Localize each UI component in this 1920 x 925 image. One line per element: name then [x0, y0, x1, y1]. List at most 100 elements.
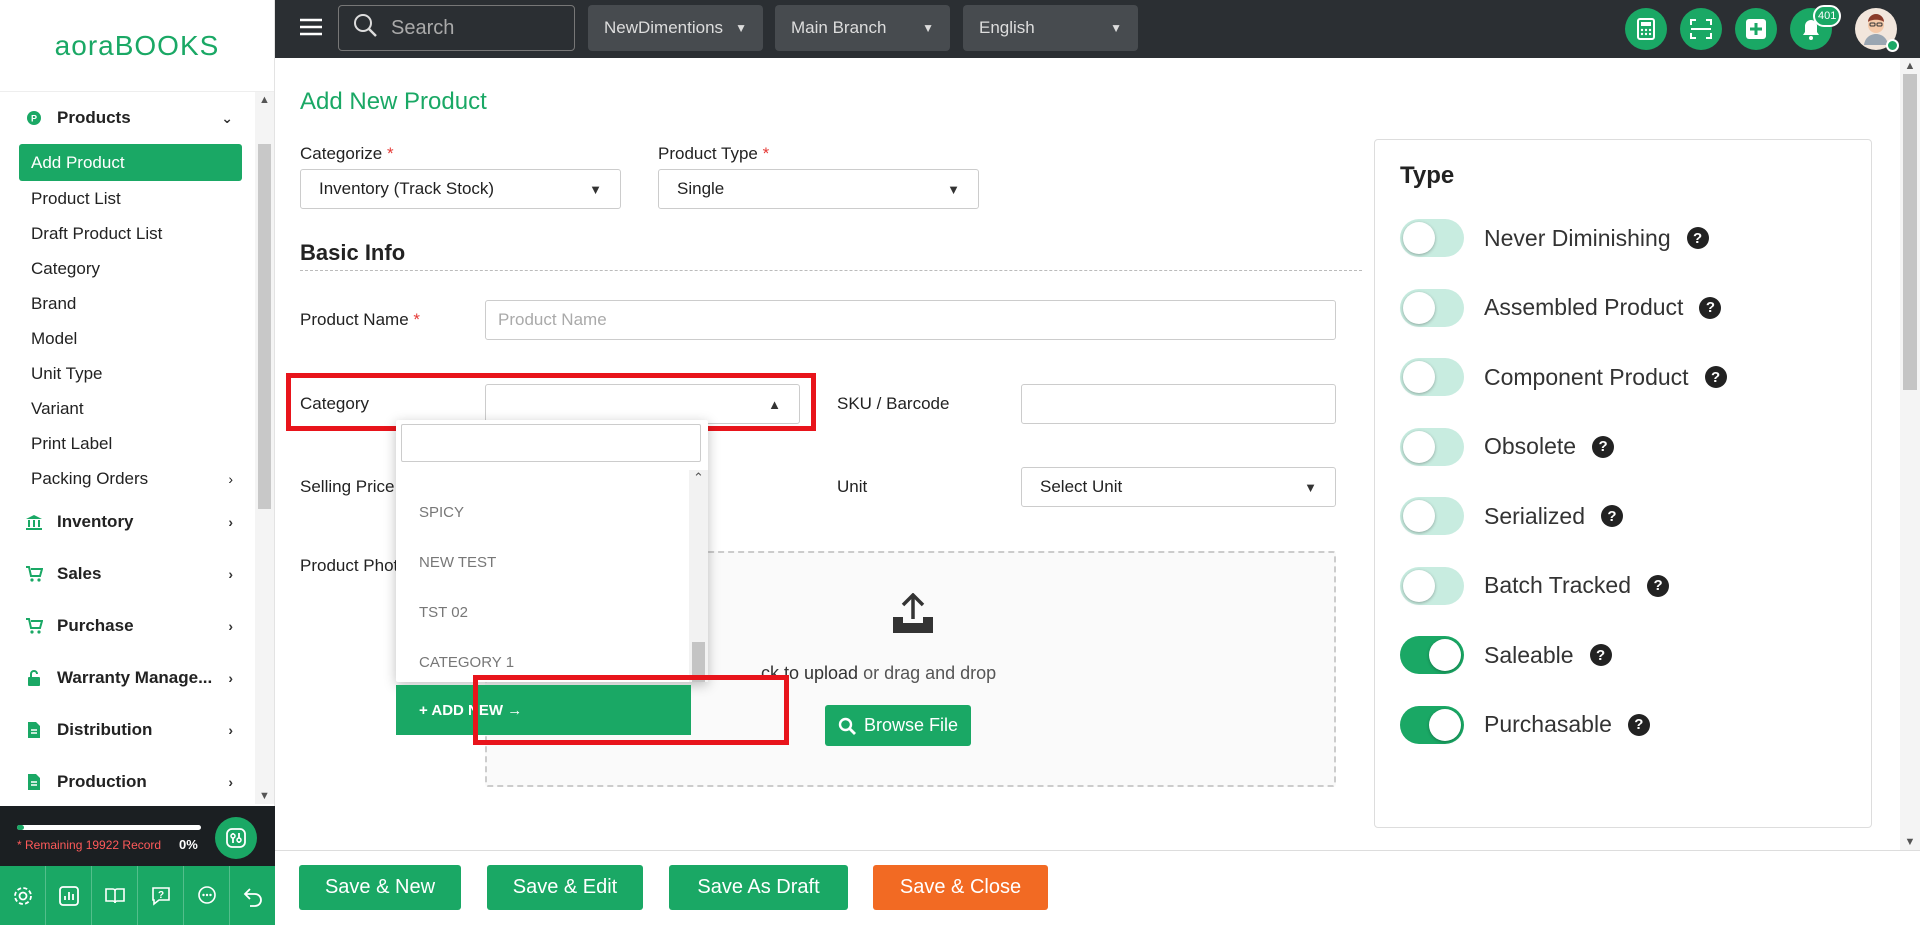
menu-icon[interactable]	[300, 18, 322, 36]
main-scrollbar[interactable]: ▲ ▼	[1900, 58, 1920, 850]
book-icon[interactable]	[92, 866, 138, 925]
sidebar-group-products[interactable]: P Products ⌄	[0, 92, 255, 144]
notification-badge: 401	[1813, 5, 1842, 27]
sidebar-item-print-label[interactable]: Print Label	[0, 426, 255, 461]
main-scroll-thumb[interactable]	[1903, 74, 1917, 390]
unit-select[interactable]: Select Unit ▼	[1021, 467, 1336, 507]
sidebar-group-warranty[interactable]: Warranty Manage... ›	[0, 652, 255, 704]
inventory-icon	[25, 513, 43, 531]
help-question-icon[interactable]: ?	[1704, 366, 1727, 388]
sku-input[interactable]	[1021, 384, 1336, 424]
help-question-icon[interactable]: ?	[1647, 574, 1670, 597]
category-option[interactable]: NEW TEST	[396, 537, 686, 587]
chevron-up-icon[interactable]: ⌃	[689, 470, 708, 486]
sku-label: SKU / Barcode	[837, 394, 950, 413]
chevron-right-icon: ›	[228, 722, 233, 738]
toggle-switch[interactable]	[1400, 288, 1464, 327]
sidebar-group-production[interactable]: Production ›	[0, 756, 255, 804]
sidebar-group-distribution[interactable]: Distribution ›	[0, 704, 255, 756]
main-content: Add New Product Categorize * Inventory (…	[275, 58, 1900, 850]
reports-icon[interactable]	[46, 866, 92, 925]
help-question-icon[interactable]: ?	[1627, 713, 1650, 736]
sidebar-group-label: Warranty Manage...	[57, 668, 213, 687]
sidebar-item-category[interactable]: Category	[0, 251, 255, 286]
upload-icon	[891, 592, 935, 640]
help-question-icon[interactable]: ?	[1601, 505, 1623, 527]
lock-icon	[25, 669, 43, 687]
sidebar-item-draft-product-list[interactable]: Draft Product List	[0, 216, 255, 251]
help-question-icon[interactable]: ?	[1686, 227, 1709, 249]
settings-gear-icon[interactable]	[0, 866, 46, 925]
sidebar-item-label: Print Label	[31, 433, 113, 453]
toggle-label: Component Product	[1484, 363, 1689, 390]
product-type-label: Product Type *	[658, 144, 769, 164]
help-question-icon[interactable]: ?	[1699, 296, 1722, 319]
sidebar-item-label: Variant	[31, 398, 84, 418]
help-icon[interactable]: ?	[138, 866, 184, 925]
add-icon[interactable]	[1735, 8, 1777, 50]
sidebar-group-inventory[interactable]: Inventory ›	[0, 496, 255, 548]
toggle-switch[interactable]	[1400, 566, 1464, 605]
product-type-select[interactable]: Single ▼	[658, 169, 979, 209]
category-option[interactable]: SPICY	[396, 487, 686, 537]
save-and-new-button[interactable]: Save & New	[299, 865, 461, 910]
sidebar-scrollbar[interactable]: ▲ ▼	[255, 92, 274, 804]
help-question-icon[interactable]: ?	[1589, 644, 1612, 666]
browse-file-button[interactable]: Browse File	[825, 705, 971, 746]
document-icon	[25, 721, 43, 739]
category-search-input[interactable]	[401, 424, 701, 462]
type-toggle-row: Assembled Product?	[1400, 288, 1722, 328]
avatar[interactable]	[1855, 8, 1899, 52]
product-type-select-value: Single	[677, 179, 725, 198]
sidebar-item-unit-type[interactable]: Unit Type	[0, 356, 255, 391]
category-dropdown-scrollbar[interactable]: ⌃	[689, 470, 708, 682]
sidebar-group-purchase[interactable]: Purchase ›	[0, 600, 255, 652]
sidebar-item-packing-orders[interactable]: Packing Orders ›	[0, 461, 255, 496]
sidebar-group-sales[interactable]: Sales ›	[0, 548, 255, 600]
categorize-select-value: Inventory (Track Stock)	[319, 179, 495, 198]
barcode-scan-icon[interactable]	[1680, 8, 1722, 50]
sidebar-item-product-list[interactable]: Product List	[0, 181, 255, 216]
chat-icon[interactable]	[184, 866, 230, 925]
save-and-edit-button[interactable]: Save & Edit	[487, 865, 643, 910]
sidebar-item-variant[interactable]: Variant	[0, 391, 255, 426]
company-select[interactable]: NewDimentions ▼	[588, 5, 763, 51]
toggle-knob	[1429, 708, 1461, 741]
sidebar-item-brand[interactable]: Brand	[0, 286, 255, 321]
category-option[interactable]: TST 02	[396, 587, 686, 637]
toggle-switch[interactable]	[1400, 427, 1464, 466]
sidebar-item-label: Product List	[31, 188, 121, 208]
toggle-switch[interactable]	[1400, 358, 1464, 396]
search-input[interactable]: Search	[338, 5, 575, 51]
toggle-switch[interactable]	[1400, 636, 1464, 674]
save-as-draft-button[interactable]: Save As Draft	[669, 865, 848, 910]
language-select[interactable]: English ▼	[963, 5, 1138, 51]
scroll-up-icon[interactable]: ▲	[255, 94, 274, 106]
sidebar-nav: P Products ⌄ Add Product Product List Dr…	[0, 92, 255, 804]
language-select-value: English	[979, 18, 1035, 37]
branch-select[interactable]: Main Branch ▼	[775, 5, 950, 51]
sidebar-scroll-thumb[interactable]	[258, 144, 271, 509]
toggle-switch[interactable]	[1400, 705, 1464, 744]
product-name-placeholder: Product Name	[498, 310, 607, 329]
sidebar-item-model[interactable]: Model	[0, 321, 255, 356]
browse-file-label: Browse File	[863, 715, 959, 735]
categorize-select[interactable]: Inventory (Track Stock) ▼	[300, 169, 621, 209]
scroll-down-icon[interactable]: ▼	[1900, 836, 1920, 848]
save-and-close-button[interactable]: Save & Close	[873, 865, 1048, 910]
toggle-switch[interactable]	[1400, 219, 1464, 257]
scroll-down-icon[interactable]: ▼	[255, 790, 274, 802]
sidebar-item-add-product[interactable]: Add Product	[19, 144, 242, 181]
toggle-label: Batch Tracked	[1484, 572, 1632, 598]
back-icon[interactable]	[230, 866, 275, 925]
product-name-input[interactable]: Product Name	[485, 300, 1336, 340]
toggle-switch[interactable]	[1400, 497, 1464, 535]
calculator-icon[interactable]	[1625, 8, 1667, 50]
toggle-knob	[1403, 500, 1435, 532]
help-question-icon[interactable]: ?	[1592, 435, 1615, 458]
toggle-knob	[1403, 569, 1435, 602]
scroll-up-icon[interactable]: ▲	[1900, 60, 1920, 72]
sidebar-group-label: Inventory	[57, 512, 134, 531]
record-progress: * Remaining 19922 Record 0%	[0, 806, 275, 866]
upgrade-button[interactable]	[215, 817, 257, 859]
